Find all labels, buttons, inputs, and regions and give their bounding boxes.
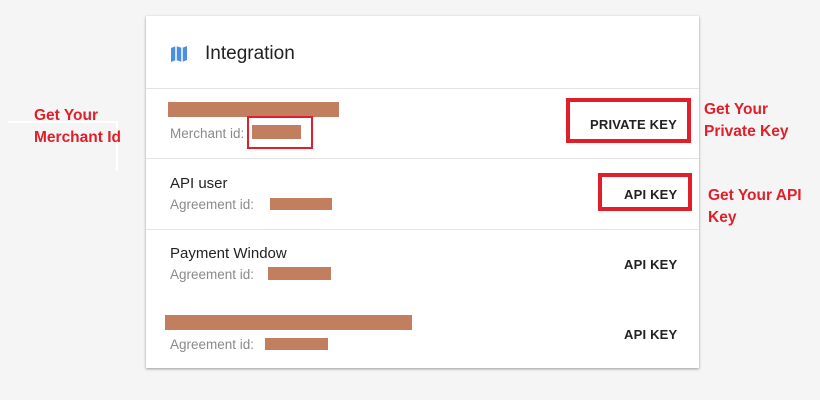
- annotation-line: Get Your: [704, 101, 769, 118]
- redacted-merchant-name: [168, 102, 339, 117]
- annotation-line: Private Key: [704, 123, 789, 140]
- redacted-agreement-id: [270, 198, 332, 210]
- annotation-line: Get Your: [34, 107, 99, 124]
- annotation-line: Merchant Id: [34, 129, 121, 146]
- highlight-merchant-id: [247, 116, 313, 149]
- highlight-private-key: [566, 98, 691, 143]
- agreement-id-label: Agreement id:: [170, 197, 255, 212]
- agreement-id-label: Agreement id:: [170, 337, 255, 352]
- redacted-agreement-id: [268, 267, 331, 280]
- card-header: Integration: [146, 16, 699, 89]
- annotation-merchant-id: Get Your Merchant Id: [34, 105, 121, 149]
- agreement-id-label: Agreement id:: [170, 267, 255, 282]
- redacted-agreement-id: [265, 338, 328, 350]
- redacted-row-title: [165, 315, 412, 330]
- highlight-api-key: [598, 173, 692, 211]
- card-title: Integration: [205, 43, 295, 64]
- row-title-api-user: API user: [170, 175, 228, 192]
- integration-row-payment-window: Payment Window Agreement id: API KEY: [146, 230, 699, 300]
- merchant-id-label: Merchant id:: [170, 126, 245, 141]
- annotation-private-key: Get Your Private Key: [704, 99, 788, 143]
- api-key-button[interactable]: API KEY: [624, 257, 678, 272]
- annotation-line: Key: [708, 209, 737, 226]
- map-icon: [171, 46, 187, 62]
- annotation-line: Get Your API: [708, 187, 802, 204]
- api-key-button[interactable]: API KEY: [624, 327, 678, 342]
- annotation-api-key: Get Your API Key: [708, 185, 802, 229]
- integration-row-redacted: Agreement id: API KEY: [146, 300, 699, 370]
- row-title-payment-window: Payment Window: [170, 245, 287, 262]
